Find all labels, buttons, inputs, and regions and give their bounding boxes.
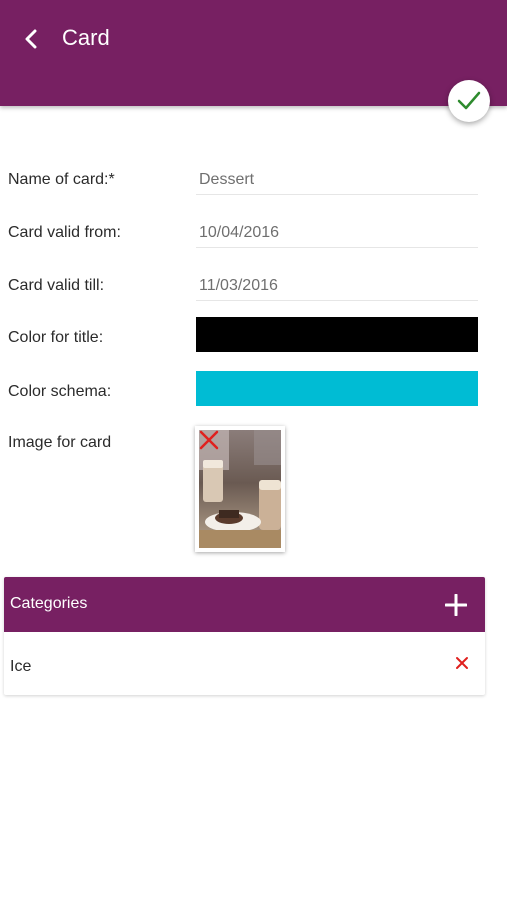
name-field[interactable]: Dessert xyxy=(196,167,478,195)
close-icon[interactable] xyxy=(454,655,470,671)
category-item: Ice xyxy=(4,632,485,695)
page-title: Card xyxy=(62,25,110,50)
categories-card: Categories Ice xyxy=(4,577,485,695)
chevron-left-icon xyxy=(25,29,37,49)
color-schema-label: Color schema: xyxy=(8,383,112,400)
valid-till-label: Card valid till: xyxy=(8,277,105,294)
back-button[interactable] xyxy=(14,24,48,54)
valid-from-label: Card valid from: xyxy=(8,224,121,241)
app-bar: Card xyxy=(0,0,507,106)
title-color-label: Color for title: xyxy=(8,329,104,346)
color-schema-swatch[interactable] xyxy=(196,371,478,406)
valid-till-field[interactable]: 11/03/2016 xyxy=(196,273,478,301)
category-label: Ice xyxy=(10,658,32,675)
title-color-swatch[interactable] xyxy=(196,317,478,352)
close-icon[interactable] xyxy=(199,430,219,450)
valid-from-field[interactable]: 10/04/2016 xyxy=(196,220,478,248)
image-label: Image for card xyxy=(8,434,112,451)
save-button[interactable] xyxy=(448,80,490,122)
categories-header: Categories xyxy=(4,577,485,632)
card-image-thumbnail[interactable] xyxy=(195,426,285,552)
categories-title: Categories xyxy=(10,595,88,612)
check-icon xyxy=(457,91,481,110)
plus-icon xyxy=(445,594,467,616)
name-label: Name of card:* xyxy=(8,171,115,188)
card-edit-screen: Card Name of card:* Dessert Card valid f… xyxy=(0,0,507,900)
add-category-button[interactable] xyxy=(442,591,470,619)
